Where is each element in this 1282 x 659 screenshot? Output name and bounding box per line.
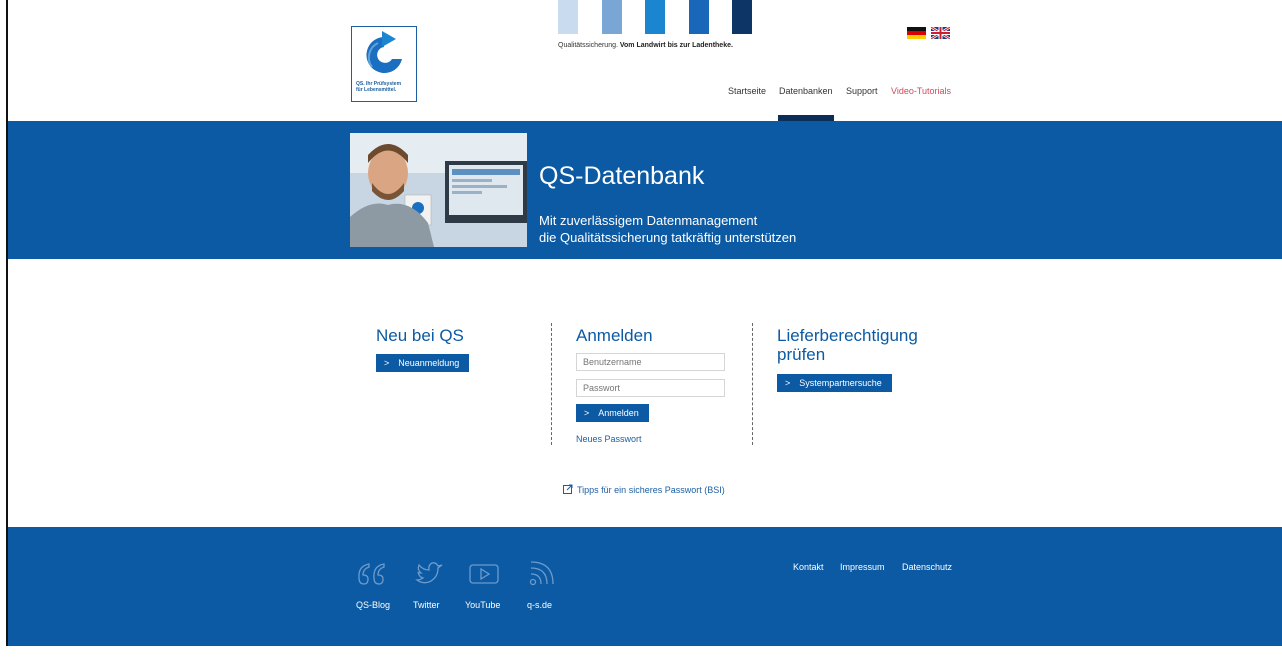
qs-logo-icon <box>366 31 402 73</box>
nav-support[interactable]: Support <box>846 86 878 96</box>
hero-subtitle: Mit zuverlässigem Datenmanagement die Qu… <box>539 212 796 246</box>
footer-twitter-link[interactable]: Twitter <box>413 600 440 610</box>
chevron-right-icon: > <box>785 378 791 388</box>
footer-impressum-link[interactable]: Impressum <box>840 562 885 572</box>
footer-youtube-link[interactable]: YouTube <box>465 600 500 610</box>
color-square <box>732 0 752 34</box>
color-square <box>645 0 665 34</box>
new-password-link[interactable]: Neues Passwort <box>576 434 642 444</box>
chevron-right-icon: > <box>584 408 590 418</box>
nav-video-tutorials[interactable]: Video-Tutorials <box>891 86 951 96</box>
color-square <box>689 0 709 34</box>
new-user-heading: Neu bei QS <box>376 326 464 345</box>
neuanmeldung-button[interactable]: > Neuanmeldung <box>376 354 470 372</box>
footer-kontakt-link[interactable]: Kontakt <box>793 562 824 572</box>
rss-icon[interactable] <box>525 560 559 588</box>
tagline-bold: Vom Landwirt bis zur Ladentheke. <box>619 42 733 49</box>
password-tips-label: Tipps für ein sicheres Passwort (BSI) <box>577 485 725 495</box>
youtube-play-icon[interactable] <box>467 560 501 588</box>
qs-logo[interactable]: QS. Ihr Prüfsystem für Lebensmittel. <box>351 26 417 102</box>
logo-caption: QS. Ihr Prüfsystem für Lebensmittel. <box>356 81 402 93</box>
twitter-bird-icon[interactable] <box>412 560 446 588</box>
tagline: Qualitätssicherung. Vom Landwirt bis zur… <box>558 42 733 49</box>
login-button-label: Anmelden <box>598 408 639 418</box>
neuanmeldung-label: Neuanmeldung <box>398 358 460 368</box>
nav-startseite[interactable]: Startseite <box>728 86 766 96</box>
systempartnersuche-label: Systempartnersuche <box>799 378 882 388</box>
external-link-icon <box>563 484 573 494</box>
column-divider <box>752 323 753 445</box>
hero-subtitle-line2: die Qualitätssicherung tatkräftig unters… <box>539 230 797 245</box>
nav-datenbanken[interactable]: Datenbanken <box>779 86 833 96</box>
tagline-normal: Qualitätssicherung. <box>558 42 620 49</box>
hero-person-image <box>350 133 527 247</box>
hero-banner: QS-Datenbank Mit zuverlässigem Datenmana… <box>8 121 1282 259</box>
site-header: QS. Ihr Prüfsystem für Lebensmittel. Qua… <box>8 0 1282 122</box>
color-square <box>602 0 622 34</box>
chevron-right-icon: > <box>384 358 390 368</box>
delivery-heading-line1: Lieferberechtigung <box>777 326 918 345</box>
delivery-heading: Lieferberechtigung prüfen <box>777 326 918 364</box>
hero-image <box>350 133 527 247</box>
password-tips-link[interactable]: Tipps für ein sicheres Passwort (BSI) <box>563 484 725 495</box>
systempartnersuche-button[interactable]: > Systempartnersuche <box>777 374 892 392</box>
password-input[interactable] <box>576 379 725 397</box>
footer-datenschutz-link[interactable]: Datenschutz <box>902 562 952 572</box>
login-button[interactable]: > Anmelden <box>576 404 649 422</box>
footer-qs-blog-link[interactable]: QS-Blog <box>356 600 390 610</box>
page-title: QS-Datenbank <box>539 162 705 190</box>
color-square <box>558 0 578 34</box>
column-divider <box>551 323 552 445</box>
delivery-heading-line2: prüfen <box>777 345 826 364</box>
german-flag-icon[interactable] <box>907 27 926 39</box>
quote-icon[interactable] <box>355 560 389 588</box>
username-input[interactable] <box>576 353 725 371</box>
uk-flag-icon[interactable] <box>931 27 950 39</box>
footer-qs-de-link[interactable]: q-s.de <box>527 600 552 610</box>
browser-frame: QS. Ihr Prüfsystem für Lebensmittel. Qua… <box>6 0 1282 646</box>
hero-subtitle-line1: Mit zuverlässigem Datenmanagement <box>539 213 758 228</box>
site-footer: QS-Blog Twitter YouTube q-s.de Kontakt I… <box>8 527 1282 646</box>
login-heading: Anmelden <box>576 326 653 345</box>
